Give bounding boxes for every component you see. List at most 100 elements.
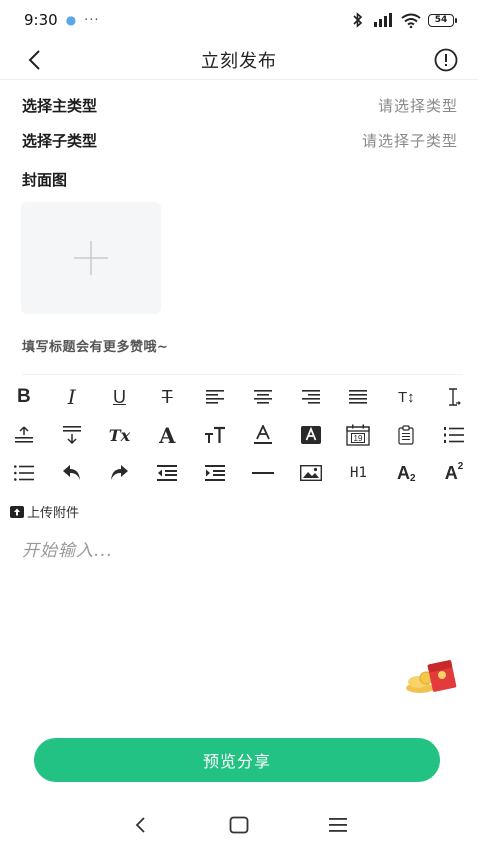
underline-button[interactable]: U <box>96 378 144 416</box>
text-cursor-button[interactable] <box>430 378 478 416</box>
main-type-row[interactable]: 选择主类型 请选择类型 <box>22 90 458 120</box>
outdent-button[interactable] <box>143 454 191 492</box>
page-title: 立刻发布 <box>201 50 277 72</box>
outdent-icon <box>157 465 178 481</box>
divider <box>22 374 462 375</box>
horizontal-rule-button[interactable] <box>239 454 287 492</box>
battery-icon: 54 <box>428 13 457 27</box>
background-color-button[interactable] <box>287 416 335 454</box>
cover-upload-button[interactable] <box>21 202 161 314</box>
redo-button[interactable] <box>96 454 144 492</box>
system-home-button[interactable] <box>219 805 259 845</box>
insert-image-button[interactable] <box>287 454 335 492</box>
info-button[interactable] <box>432 46 460 74</box>
system-back-button[interactable] <box>120 805 160 845</box>
align-justify-icon <box>349 390 368 404</box>
notification-dot-icon: ● <box>65 13 77 27</box>
bluetooth-icon <box>353 12 363 28</box>
superscript-mark: 2 <box>457 460 464 472</box>
main-type-select[interactable]: 请选择类型 <box>378 95 458 116</box>
editor-input[interactable]: 开始输入... <box>22 536 113 561</box>
subscript-base: A <box>396 462 410 483</box>
align-justify-button[interactable] <box>335 378 383 416</box>
line-spacing-down-button[interactable] <box>48 416 96 454</box>
line-spacing-up-icon <box>14 426 33 443</box>
clipboard-icon <box>398 425 414 445</box>
align-right-icon <box>301 390 320 404</box>
line-spacing-down-icon <box>62 426 81 444</box>
title-hint[interactable]: 填写标题会有更多赞哦~ <box>22 336 168 355</box>
main-type-label: 选择主类型 <box>22 96 98 115</box>
unordered-list-icon <box>13 465 34 481</box>
text-size-button[interactable]: T↕ <box>382 378 430 416</box>
font-family-button[interactable]: A <box>143 416 191 454</box>
sub-type-row[interactable]: 选择子类型 请选择子类型 <box>22 125 458 155</box>
status-time: 9:30 <box>24 11 58 29</box>
background-color-icon <box>300 426 321 444</box>
clear-format-button[interactable]: Tx <box>96 416 144 454</box>
heading-icon: H1 <box>350 465 367 481</box>
text-cursor-icon <box>449 388 461 406</box>
superscript-base: A <box>444 462 458 483</box>
text-size-icon: T↕ <box>397 388 415 406</box>
ordered-list-icon <box>444 427 465 443</box>
calendar-icon: 19 <box>346 424 371 446</box>
font-size-button[interactable] <box>191 416 239 454</box>
strikethrough-button[interactable]: T <box>143 378 191 416</box>
align-right-button[interactable] <box>287 378 335 416</box>
font-size-icon <box>205 426 226 443</box>
align-center-button[interactable] <box>239 378 287 416</box>
status-right: 54 <box>351 12 457 28</box>
bold-icon: B <box>17 386 31 407</box>
status-bar: 9:30 ● ··· 54 <box>0 0 478 40</box>
info-icon <box>434 48 458 72</box>
italic-button[interactable]: I <box>48 378 96 416</box>
back-button[interactable] <box>20 46 48 74</box>
heading-button[interactable]: H1 <box>335 454 383 492</box>
superscript-button[interactable]: A2 <box>430 454 478 492</box>
upload-attachment-button[interactable]: 上传附件 <box>10 502 79 521</box>
align-left-icon <box>206 390 225 404</box>
clear-format-icon: Tx <box>108 425 131 445</box>
align-center-icon <box>253 390 272 404</box>
undo-icon <box>62 465 80 480</box>
toolbar-row-1: B I U T T↕ <box>0 378 478 416</box>
line-spacing-up-button[interactable] <box>0 416 48 454</box>
system-menu-icon <box>329 818 348 832</box>
indent-icon <box>205 465 226 481</box>
nav-bar: 立刻发布 <box>0 40 478 80</box>
signal-icon <box>374 13 392 27</box>
font-family-icon: A <box>159 422 176 448</box>
plus-icon <box>74 241 108 275</box>
unordered-list-button[interactable] <box>0 454 48 492</box>
align-left-button[interactable] <box>191 378 239 416</box>
font-color-icon <box>253 425 272 444</box>
clipboard-button[interactable] <box>382 416 430 454</box>
subscript-button[interactable]: A2 <box>382 454 430 492</box>
strikethrough-icon: T <box>161 386 173 407</box>
wifi-icon <box>401 13 421 28</box>
sub-type-select[interactable]: 请选择子类型 <box>362 130 458 151</box>
undo-button[interactable] <box>48 454 96 492</box>
more-notifications-icon: ··· <box>84 12 100 28</box>
preview-share-button[interactable]: 预览分享 <box>34 738 440 782</box>
chevron-left-icon <box>28 50 40 70</box>
font-color-button[interactable] <box>239 416 287 454</box>
ordered-list-button[interactable] <box>430 416 478 454</box>
red-packet-button[interactable] <box>404 658 460 694</box>
upload-icon <box>10 505 24 518</box>
italic-icon: I <box>67 385 76 409</box>
status-left: 9:30 ● ··· <box>24 11 100 29</box>
indent-button[interactable] <box>191 454 239 492</box>
cover-label: 封面图 <box>22 170 68 189</box>
cover-row: 封面图 <box>22 164 458 194</box>
toolbar-row-2: Tx A 19 <box>0 416 478 454</box>
image-icon <box>299 465 322 481</box>
system-home-icon <box>229 816 249 834</box>
rich-text-toolbar: B I U T T↕ Tx A 19 H1 A 2 A 2 <box>0 378 478 492</box>
system-menu-button[interactable] <box>318 805 358 845</box>
bold-button[interactable]: B <box>0 378 48 416</box>
horizontal-rule-icon <box>251 472 274 474</box>
sub-type-label: 选择子类型 <box>22 131 98 150</box>
date-button[interactable]: 19 <box>335 416 383 454</box>
